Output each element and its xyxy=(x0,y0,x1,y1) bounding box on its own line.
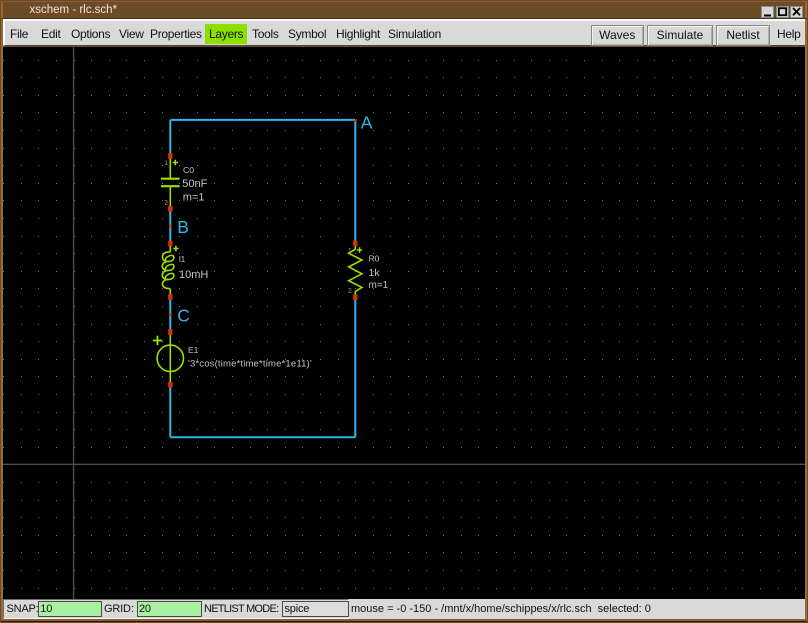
svg-text:1k: 1k xyxy=(369,267,381,279)
svg-text:m=1: m=1 xyxy=(369,280,389,291)
svg-text:E1: E1 xyxy=(188,345,199,355)
svg-text:C: C xyxy=(177,306,190,326)
svg-text:m=1: m=1 xyxy=(183,192,205,204)
svg-text:1: 1 xyxy=(348,248,352,255)
svg-text:'3*cos(time*time*time*1e11)': '3*cos(time*time*time*1e11)' xyxy=(188,359,312,370)
svg-text:50nF: 50nF xyxy=(182,178,207,190)
svg-text:R0: R0 xyxy=(369,253,380,263)
svg-text:10mH: 10mH xyxy=(179,269,208,281)
svg-text:1: 1 xyxy=(164,160,168,167)
svg-text:B: B xyxy=(177,217,189,237)
svg-text:A: A xyxy=(361,113,373,133)
svg-text:l1: l1 xyxy=(179,255,186,264)
svg-text:2: 2 xyxy=(164,199,168,206)
svg-text:2: 2 xyxy=(348,287,352,294)
svg-text:C0: C0 xyxy=(183,165,194,175)
